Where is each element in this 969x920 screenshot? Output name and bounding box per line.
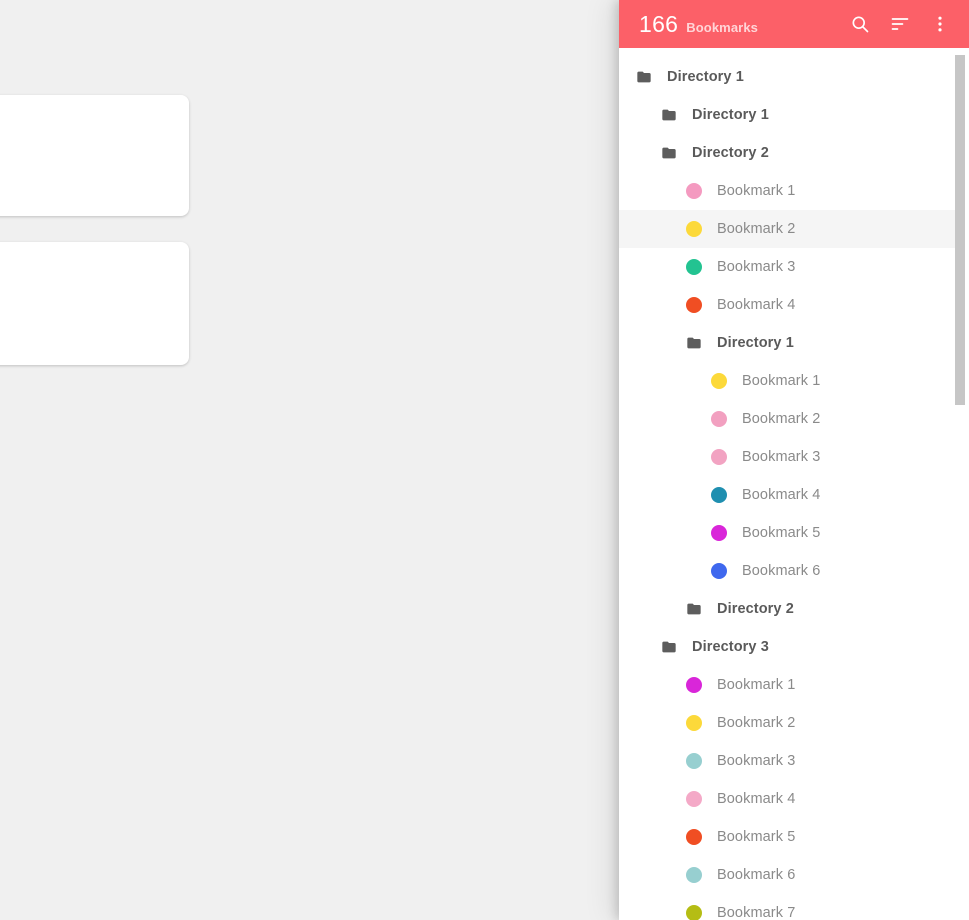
bookmark-color-dot [686, 297, 702, 313]
bookmark-color-dot [711, 563, 727, 579]
folder-icon [661, 145, 677, 161]
bookmark-label: Bookmark 6 [717, 867, 796, 883]
tree-bookmark-row[interactable]: Bookmark 1 [619, 362, 957, 400]
tree-bookmark-row[interactable]: Bookmark 2 [619, 704, 957, 742]
bookmark-label: Bookmark 5 [717, 829, 796, 845]
bookmark-color-dot [686, 221, 702, 237]
folder-icon [686, 335, 702, 351]
tree-bookmark-row[interactable]: Bookmark 2 [619, 210, 957, 248]
bookmark-label: Bookmark 3 [742, 449, 821, 465]
bookmark-color-dot [686, 715, 702, 731]
bookmark-color-dot [711, 411, 727, 427]
tree-bookmark-row[interactable]: Bookmark 4 [619, 476, 957, 514]
more-vert-icon [930, 14, 950, 34]
bookmark-label: Bookmark 4 [742, 487, 821, 503]
tree-bookmark-row[interactable]: Bookmark 3 [619, 248, 957, 286]
bookmark-color-dot [711, 525, 727, 541]
folder-icon [661, 639, 677, 655]
bookmark-count-label: Bookmarks [686, 19, 758, 35]
bookmark-color-dot [686, 791, 702, 807]
tree-bookmark-row[interactable]: Bookmark 6 [619, 552, 957, 590]
tree-bookmark-row[interactable]: Bookmark 6 [619, 856, 957, 894]
bookmark-color-dot [686, 829, 702, 845]
drawer-scrollbar-track[interactable] [955, 48, 965, 920]
tree-directory-row[interactable]: Directory 3 [619, 628, 957, 666]
bookmark-label: Bookmark 2 [717, 221, 796, 237]
bookmark-label: Bookmark 3 [717, 753, 796, 769]
tree-bookmark-row[interactable]: Bookmark 7 [619, 894, 957, 920]
tree-directory-row[interactable]: Directory 2 [619, 134, 957, 172]
background-card [0, 95, 189, 216]
tree-bookmark-row[interactable]: Bookmark 5 [619, 818, 957, 856]
bookmarks-drawer: 166 Bookmarks Directory 1 Directory 1 Di… [619, 0, 969, 920]
bookmark-label: Bookmark 7 [717, 905, 796, 920]
bookmark-label: Bookmark 1 [717, 183, 796, 199]
directory-label: Directory 1 [692, 107, 769, 123]
tree-bookmark-row[interactable]: Bookmark 4 [619, 286, 957, 324]
drawer-title: 166 Bookmarks [639, 11, 843, 38]
directory-label: Directory 2 [717, 601, 794, 617]
search-button[interactable] [843, 7, 877, 41]
bookmark-label: Bookmark 3 [717, 259, 796, 275]
tree-bookmark-row[interactable]: Bookmark 2 [619, 400, 957, 438]
bookmark-color-dot [711, 487, 727, 503]
bookmark-label: Bookmark 2 [742, 411, 821, 427]
tree-directory-row[interactable]: Directory 1 [619, 96, 957, 134]
bookmark-label: Bookmark 2 [717, 715, 796, 731]
bookmark-color-dot [686, 259, 702, 275]
bookmark-label: Bookmark 1 [742, 373, 821, 389]
tree-bookmark-row[interactable]: Bookmark 1 [619, 172, 957, 210]
bookmark-label: Bookmark 6 [742, 563, 821, 579]
background-card [0, 242, 189, 365]
screen: 166 Bookmarks Directory 1 Directory 1 Di… [0, 0, 969, 920]
overflow-menu-button[interactable] [923, 7, 957, 41]
bookmark-color-dot [711, 449, 727, 465]
directory-label: Directory 1 [717, 335, 794, 351]
header-actions [843, 7, 957, 41]
folder-icon [661, 107, 677, 123]
bookmark-label: Bookmark 5 [742, 525, 821, 541]
sort-icon [890, 14, 910, 34]
directory-label: Directory 1 [667, 69, 744, 85]
folder-icon [686, 601, 702, 617]
bookmark-count: 166 [639, 10, 679, 37]
drawer-header: 166 Bookmarks [619, 0, 969, 48]
bookmarks-tree[interactable]: Directory 1 Directory 1 Directory 2 Bookmar… [619, 48, 969, 920]
tree-bookmark-row[interactable]: Bookmark 1 [619, 666, 957, 704]
drawer-scrollbar-thumb[interactable] [955, 55, 965, 405]
bookmark-label: Bookmark 4 [717, 297, 796, 313]
tree-bookmark-row[interactable]: Bookmark 5 [619, 514, 957, 552]
bookmark-color-dot [711, 373, 727, 389]
tree-directory-row[interactable]: Directory 1 [619, 324, 957, 362]
bookmark-color-dot [686, 183, 702, 199]
bookmark-color-dot [686, 905, 702, 920]
directory-label: Directory 3 [692, 639, 769, 655]
tree-bookmark-row[interactable]: Bookmark 4 [619, 780, 957, 818]
tree-directory-row[interactable]: Directory 1 [619, 58, 957, 96]
tree-directory-row[interactable]: Directory 2 [619, 590, 957, 628]
search-icon [850, 14, 870, 34]
tree-bookmark-row[interactable]: Bookmark 3 [619, 438, 957, 476]
bookmark-color-dot [686, 677, 702, 693]
bookmark-label: Bookmark 4 [717, 791, 796, 807]
bookmark-color-dot [686, 867, 702, 883]
bookmark-color-dot [686, 753, 702, 769]
folder-icon [636, 69, 652, 85]
bookmark-label: Bookmark 1 [717, 677, 796, 693]
directory-label: Directory 2 [692, 145, 769, 161]
tree-bookmark-row[interactable]: Bookmark 3 [619, 742, 957, 780]
sort-button[interactable] [883, 7, 917, 41]
